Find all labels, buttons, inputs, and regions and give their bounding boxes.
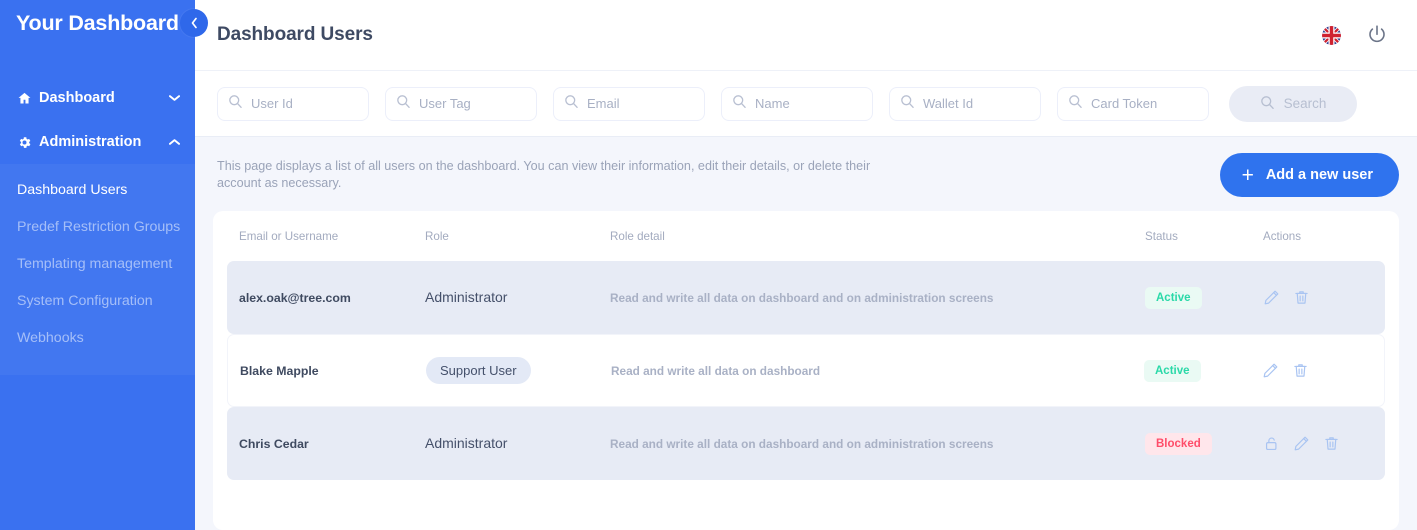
sidebar-brand: Your Dashboard — [16, 11, 179, 35]
search-input-user-tag[interactable] — [419, 96, 526, 111]
search-icon — [564, 94, 579, 114]
delete-icon[interactable] — [1323, 435, 1341, 453]
header-status: Status — [1145, 229, 1178, 243]
power-icon[interactable] — [1365, 23, 1389, 47]
unlock-icon[interactable] — [1263, 435, 1281, 453]
gear-icon — [17, 135, 39, 150]
cell-role: Administrator — [425, 288, 508, 305]
search-input-email[interactable] — [587, 96, 694, 111]
plus-icon: + — [1241, 163, 1254, 187]
edit-icon[interactable] — [1293, 435, 1311, 453]
sidebar-group-administration[interactable]: Administration — [0, 120, 195, 164]
cell-email: Chris Cedar — [239, 436, 309, 451]
top-bar: Dashboard Users — [195, 0, 1417, 71]
chevron-left-icon — [190, 17, 199, 29]
header-role: Role — [425, 229, 449, 243]
app-root: Your Dashboard Dashboard Administration — [0, 0, 1417, 530]
sidebar-item-dashboard-users[interactable]: Dashboard Users — [0, 172, 195, 209]
status-badge: Active — [1145, 286, 1202, 309]
sidebar-group-dashboard-label: Dashboard — [39, 90, 115, 106]
search-input-user-id[interactable] — [251, 96, 358, 111]
cell-role-chip: Support User — [426, 357, 531, 384]
table-header-row: Email or Username Role Role detail Statu… — [227, 211, 1385, 261]
search-icon — [900, 94, 915, 114]
sidebar-item-templating-management[interactable]: Templating management — [0, 246, 195, 283]
search-button-label: Search — [1283, 96, 1327, 111]
table-row[interactable]: Blake Mapple Support User Read and write… — [227, 334, 1385, 407]
edit-icon[interactable] — [1262, 362, 1280, 380]
cell-role-detail: Read and write all data on dashboard and… — [610, 290, 994, 305]
delete-icon[interactable] — [1293, 289, 1311, 307]
sidebar-submenu-administration: Dashboard Users Predef Restriction Group… — [0, 164, 195, 375]
sidebar-group-dashboard[interactable]: Dashboard — [0, 76, 195, 120]
cell-role: Administrator — [425, 434, 508, 451]
uk-flag-icon[interactable] — [1322, 25, 1341, 45]
header-email: Email or Username — [239, 229, 339, 243]
page-description: This page displays a list of all users o… — [217, 159, 871, 190]
field-user-id[interactable] — [217, 86, 369, 121]
search-icon — [732, 94, 747, 114]
description-bar: This page displays a list of all users o… — [195, 137, 1417, 211]
sidebar-group-administration-label: Administration — [39, 134, 142, 150]
header-detail: Role detail — [610, 229, 665, 243]
field-name[interactable] — [721, 86, 873, 121]
home-icon — [17, 91, 39, 106]
users-table: Email or Username Role Role detail Statu… — [213, 211, 1399, 530]
cell-email: alex.oak@tree.com — [239, 290, 351, 305]
edit-icon[interactable] — [1263, 289, 1281, 307]
add-new-user-label: Add a new user — [1265, 167, 1373, 183]
status-badge: Active — [1144, 359, 1201, 382]
field-email[interactable] — [553, 86, 705, 121]
chevron-down-icon — [167, 94, 181, 102]
search-icon — [1068, 94, 1083, 114]
search-icon — [228, 94, 243, 114]
sidebar-collapse-button[interactable] — [180, 9, 208, 37]
cell-email: Blake Mapple — [240, 363, 319, 378]
search-icon — [396, 94, 411, 114]
cell-role-detail: Read and write all data on dashboard and… — [610, 436, 994, 451]
sidebar-item-webhooks[interactable]: Webhooks — [0, 320, 195, 357]
field-card-token[interactable] — [1057, 86, 1209, 121]
sidebar-item-system-configuration[interactable]: System Configuration — [0, 283, 195, 320]
status-badge: Blocked — [1145, 432, 1212, 455]
search-input-card-token[interactable] — [1091, 96, 1198, 111]
sidebar: Your Dashboard Dashboard Administration — [0, 0, 195, 530]
sidebar-item-predef-restriction-groups[interactable]: Predef Restriction Groups — [0, 209, 195, 246]
header-actions: Actions — [1263, 229, 1302, 243]
add-new-user-button[interactable]: + Add a new user — [1219, 153, 1399, 197]
topbar-actions — [1322, 23, 1397, 47]
cell-role-detail: Read and write all data on dashboard — [611, 363, 821, 378]
search-input-name[interactable] — [755, 96, 862, 111]
search-icon — [1260, 95, 1275, 113]
filter-bar: Search — [195, 71, 1417, 137]
delete-icon[interactable] — [1292, 362, 1310, 380]
page-title: Dashboard Users — [217, 24, 373, 45]
table-row[interactable]: Chris Cedar Administrator Read and write… — [227, 407, 1385, 480]
search-button[interactable]: Search — [1229, 85, 1357, 122]
main-content: Dashboard Users User Id User Tag Email N… — [195, 0, 1417, 530]
table-row[interactable]: alex.oak@tree.com Administrator Read and… — [227, 261, 1385, 334]
chevron-up-icon — [167, 138, 181, 146]
search-input-wallet-id[interactable] — [923, 96, 1030, 111]
field-wallet-id[interactable] — [889, 86, 1041, 121]
field-user-tag[interactable] — [385, 86, 537, 121]
sidebar-nav: Dashboard Administration Dashboard Users… — [0, 76, 195, 375]
